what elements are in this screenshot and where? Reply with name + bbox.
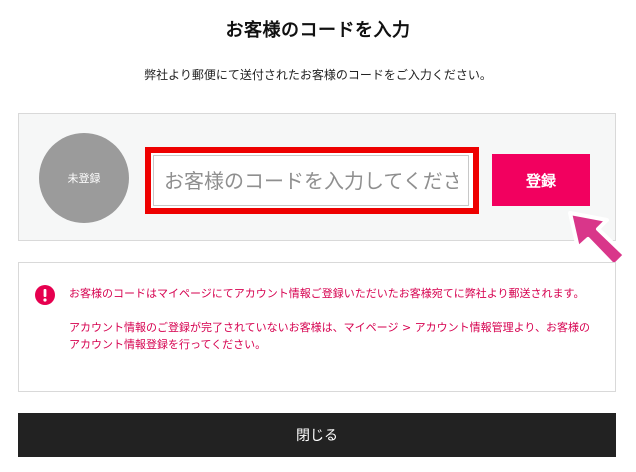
register-button[interactable]: 登録 <box>492 154 590 206</box>
notice-text: お客様のコードはマイページにてアカウント情報ご登録いただいたお客様宛てに弊社より… <box>69 285 599 370</box>
close-button[interactable]: 閉じる <box>18 413 616 457</box>
dialog-title: お客様のコードを入力 <box>225 20 411 41</box>
customer-code-input[interactable] <box>153 155 469 206</box>
avatar-status-label: 未登録 <box>67 172 101 185</box>
code-entry-panel: 未登録 登録 <box>18 113 616 241</box>
input-highlight-frame <box>145 147 479 214</box>
notice-paragraph-2: アカウント情報のご登録が完了されていないお客様は、マイページ > アカウント情報… <box>69 321 590 351</box>
avatar: 未登録 <box>39 133 129 223</box>
notice-paragraph-1: お客様のコードはマイページにてアカウント情報ご登録いただいたお客様宛てに弊社より… <box>69 287 585 300</box>
exclamation-icon <box>35 285 55 305</box>
dialog-subtitle: 弊社より郵便にて送付されたお客様のコードをご入力ください。 <box>144 68 492 82</box>
notice-box: お客様のコードはマイページにてアカウント情報ご登録いただいたお客様宛てに弊社より… <box>18 262 616 392</box>
